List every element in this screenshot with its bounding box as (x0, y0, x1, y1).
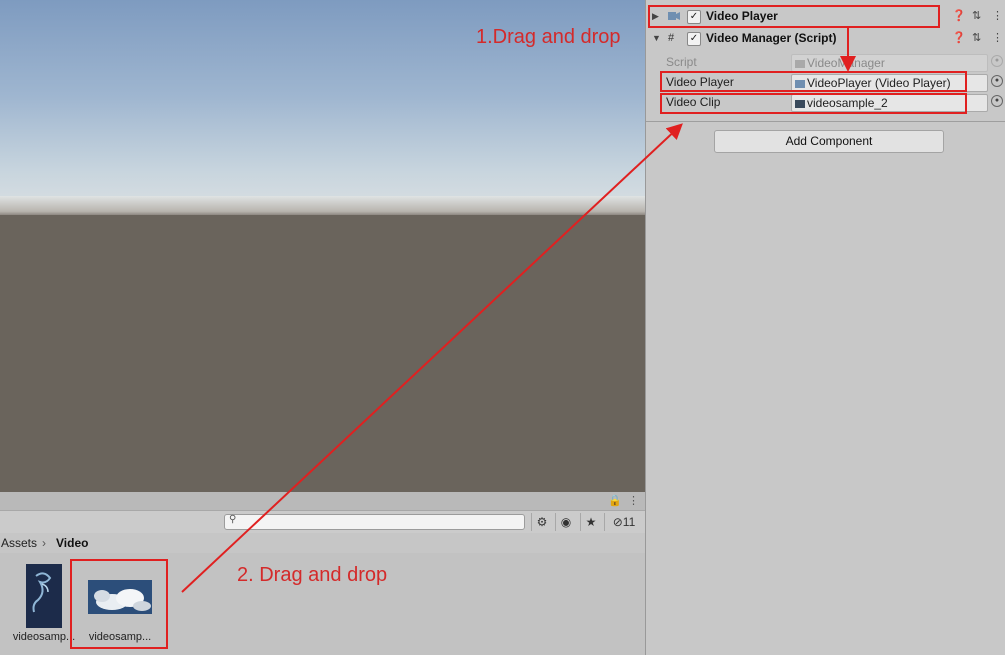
ground-plane (0, 215, 645, 492)
kebab-menu-icon[interactable]: ⋮ (992, 6, 1003, 27)
panel-tab-bar: 🔒 ⋮ (0, 492, 645, 511)
kebab-menu-icon[interactable]: ⋮ (992, 28, 1003, 49)
target-icon[interactable]: ● (991, 75, 1003, 87)
add-component-button[interactable]: Add Component (714, 130, 944, 153)
scene-view[interactable] (0, 0, 645, 492)
sliders-icon[interactable]: ⇅ (972, 6, 981, 27)
target-icon[interactable]: ● (991, 95, 1003, 107)
property-script: Script VideoManager ● (646, 52, 1005, 72)
field-value: VideoManager (807, 56, 885, 70)
component-title: Video Manager (Script) (706, 31, 837, 45)
property-label: Script (666, 55, 697, 69)
favorite-star-icon[interactable]: ★ (580, 513, 601, 531)
highlight-video-player-header (648, 5, 940, 28)
target-icon: ● (991, 55, 1003, 67)
kebab-menu-icon[interactable]: ⋮ (628, 494, 639, 508)
breadcrumb-assets[interactable]: Assets (1, 533, 37, 553)
annotation-step1: 1.Drag and drop (476, 26, 621, 48)
search-input[interactable]: ⚲ (224, 514, 525, 530)
divider (646, 121, 1005, 122)
project-toolbar: ⚲ ⚙ ◉ ★ ⊘11 (0, 511, 645, 534)
triangle-down-icon[interactable]: ▼ (652, 28, 661, 49)
hidden-count: 11 (622, 515, 636, 529)
annotation-step2: 2. Drag and drop (237, 564, 388, 586)
highlight-video-clip-field (660, 93, 967, 114)
search-icon: ⚲ (229, 514, 237, 525)
sliders-icon[interactable]: ⇅ (972, 28, 981, 49)
breadcrumb: Assets › Video (0, 533, 645, 553)
hidden-packages-button[interactable]: ⊘11 (604, 513, 643, 531)
eye-slash-icon: ⊘ (612, 515, 623, 529)
script-hash-icon: # (668, 32, 675, 44)
highlight-video-player-field (660, 71, 967, 92)
script-field: VideoManager (791, 54, 988, 72)
component-header-video-manager[interactable]: ▼ # ✓ Video Manager (Script) ❓ ⇅ ⋮ (646, 28, 1005, 49)
help-icon[interactable]: ❓ (952, 6, 966, 27)
highlight-video-asset (70, 559, 168, 649)
lock-icon[interactable]: 🔒 (608, 494, 622, 508)
filter-by-label-icon[interactable]: ◉ (555, 513, 576, 531)
breadcrumb-video[interactable]: Video (56, 533, 88, 553)
help-icon[interactable]: ❓ (952, 28, 966, 49)
filter-by-type-icon[interactable]: ⚙ (531, 513, 552, 531)
enabled-checkbox[interactable]: ✓ (687, 32, 701, 46)
chevron-right-icon: › (42, 536, 46, 550)
script-file-icon (795, 59, 805, 68)
